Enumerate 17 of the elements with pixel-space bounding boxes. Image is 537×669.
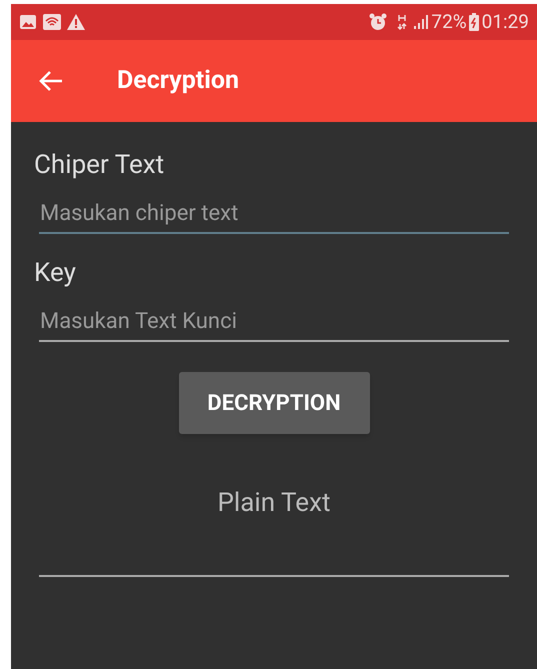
input-field[interactable]: Masukan Text Kunci	[39, 302, 509, 342]
wifi-icon	[43, 14, 61, 30]
field-label: Key	[34, 257, 77, 290]
output-label: Plain Text	[218, 487, 330, 520]
clock: 01:29	[482, 8, 529, 35]
signal-icon	[413, 14, 430, 30]
image-icon	[19, 14, 37, 30]
back-arrow-icon[interactable]	[39, 70, 63, 92]
data-icon	[397, 14, 408, 30]
battery-icon	[468, 13, 479, 31]
alarm-icon	[369, 13, 388, 31]
warning-icon	[67, 14, 85, 30]
field-label: Chiper Text	[34, 149, 166, 182]
screen-title: Decryption	[117, 65, 239, 98]
input-field[interactable]: Masukan chiper text	[39, 194, 509, 234]
decryption-button[interactable]: DECRYPTION	[178, 372, 370, 434]
battery-percent: 72%	[431, 8, 467, 35]
